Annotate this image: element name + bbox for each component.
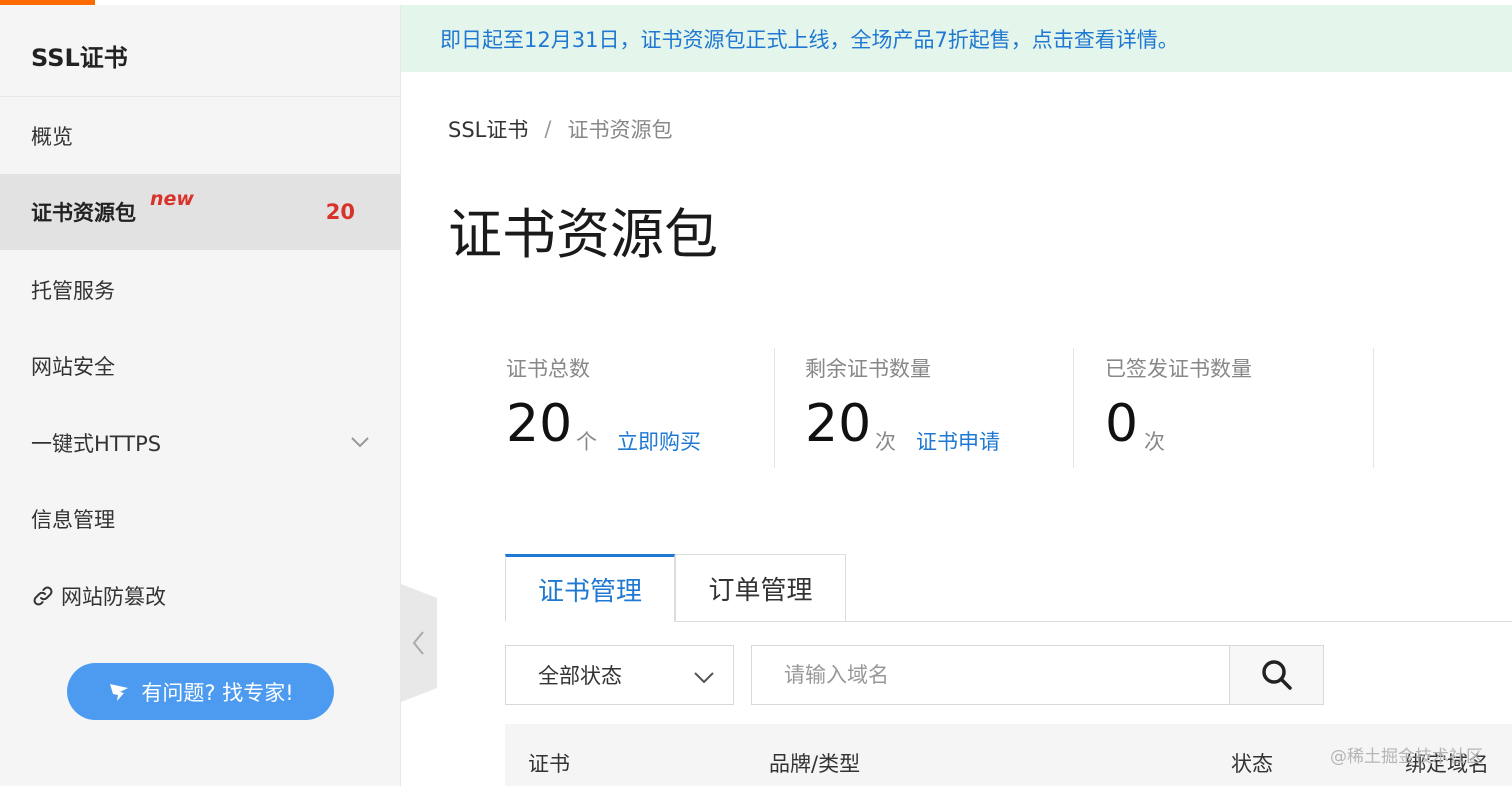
stat-total-certs: 证书总数 20 个 立即购买 <box>476 348 775 468</box>
tab-label: 订单管理 <box>708 575 813 606</box>
stat-remaining-certs: 剩余证书数量 20 次 证书申请 <box>775 348 1074 468</box>
column-header-status: 状态 <box>1231 752 1273 776</box>
new-badge: new <box>150 188 194 210</box>
breadcrumb-root[interactable]: SSL证书 <box>448 114 528 144</box>
sidebar-item-tamper-protection[interactable]: 网站防篡改 <box>0 558 401 634</box>
sidebar-item-site-security[interactable]: 网站安全 <box>0 328 401 404</box>
stat-label: 剩余证书数量 <box>805 357 931 381</box>
sidebar-collapse-handle[interactable] <box>401 584 437 702</box>
sidebar-item-label: 网站安全 <box>31 355 115 379</box>
tab-cert-management[interactable]: 证书管理 <box>505 554 675 622</box>
breadcrumb-separator: / <box>544 117 552 141</box>
breadcrumb: SSL证书 / 证书资源包 <box>448 114 672 144</box>
sidebar-item-one-click-https[interactable]: 一键式HTTPS <box>0 405 401 481</box>
stat-label: 证书总数 <box>506 357 590 381</box>
stat-value: 0 <box>1105 394 1139 454</box>
link-icon <box>33 586 53 606</box>
sidebar-title: SSL证书 <box>31 44 128 72</box>
column-header-brand-type: 品牌/类型 <box>769 752 861 776</box>
stat-value: 20 <box>506 394 573 454</box>
domain-search-input[interactable] <box>751 645 1230 705</box>
chevron-down-icon <box>351 437 369 448</box>
sidebar-divider <box>0 96 401 97</box>
sidebar-item-label: 证书资源包 <box>31 201 136 225</box>
apply-cert-link[interactable]: 证书申请 <box>916 426 1000 456</box>
count-badge: 20 <box>325 200 355 224</box>
stat-value: 20 <box>805 394 872 454</box>
search-icon <box>1261 660 1292 690</box>
sidebar-item-info-management[interactable]: 信息管理 <box>0 481 401 557</box>
sidebar-item-label: 网站防篡改 <box>61 585 166 609</box>
stat-label: 已签发证书数量 <box>1105 357 1252 381</box>
sidebar-item-overview[interactable]: 概览 <box>0 98 401 174</box>
stat-issued-certs: 已签发证书数量 0 次 <box>1075 348 1374 468</box>
watermark: @稀土掘金技术社区 <box>1330 747 1483 767</box>
status-select-value: 全部状态 <box>538 664 622 688</box>
search-button[interactable] <box>1229 645 1324 705</box>
stat-unit: 个 <box>576 430 597 454</box>
ask-expert-button[interactable]: 有问题? 找专家! <box>67 663 334 720</box>
ask-expert-label: 有问题? 找专家! <box>141 680 294 705</box>
column-header-cert: 证书 <box>528 752 570 776</box>
promo-banner[interactable]: 即日起至12月31日，证书资源包正式上线，全场产品7折起售，点击查看详情。 <box>401 5 1512 72</box>
promo-banner-text: 即日起至12月31日，证书资源包正式上线，全场产品7折起售，点击查看详情。 <box>440 27 1179 52</box>
sidebar-item-label: 托管服务 <box>31 279 115 303</box>
sidebar-item-cert-package[interactable]: 证书资源包 new 20 <box>0 174 401 250</box>
sidebar-item-hosting[interactable]: 托管服务 <box>0 252 401 328</box>
tab-label: 证书管理 <box>537 576 642 607</box>
breadcrumb-current: 证书资源包 <box>567 118 673 142</box>
sidebar: SSL证书 概览 证书资源包 new 20 托管服务 网站安全 一键式HTTPS… <box>0 5 401 786</box>
sidebar-item-label: 一键式HTTPS <box>31 432 162 456</box>
stat-unit: 次 <box>1144 430 1165 454</box>
chevron-down-icon <box>694 672 714 684</box>
sidebar-item-label: 信息管理 <box>31 508 115 532</box>
sidebar-item-label: 概览 <box>31 125 73 149</box>
status-select[interactable]: 全部状态 <box>505 645 734 705</box>
dingtalk-icon <box>110 683 129 701</box>
tab-order-management[interactable]: 订单管理 <box>675 554 846 622</box>
stat-unit: 次 <box>875 430 896 454</box>
buy-now-link[interactable]: 立即购买 <box>617 426 701 456</box>
page-title: 证书资源包 <box>448 203 718 266</box>
